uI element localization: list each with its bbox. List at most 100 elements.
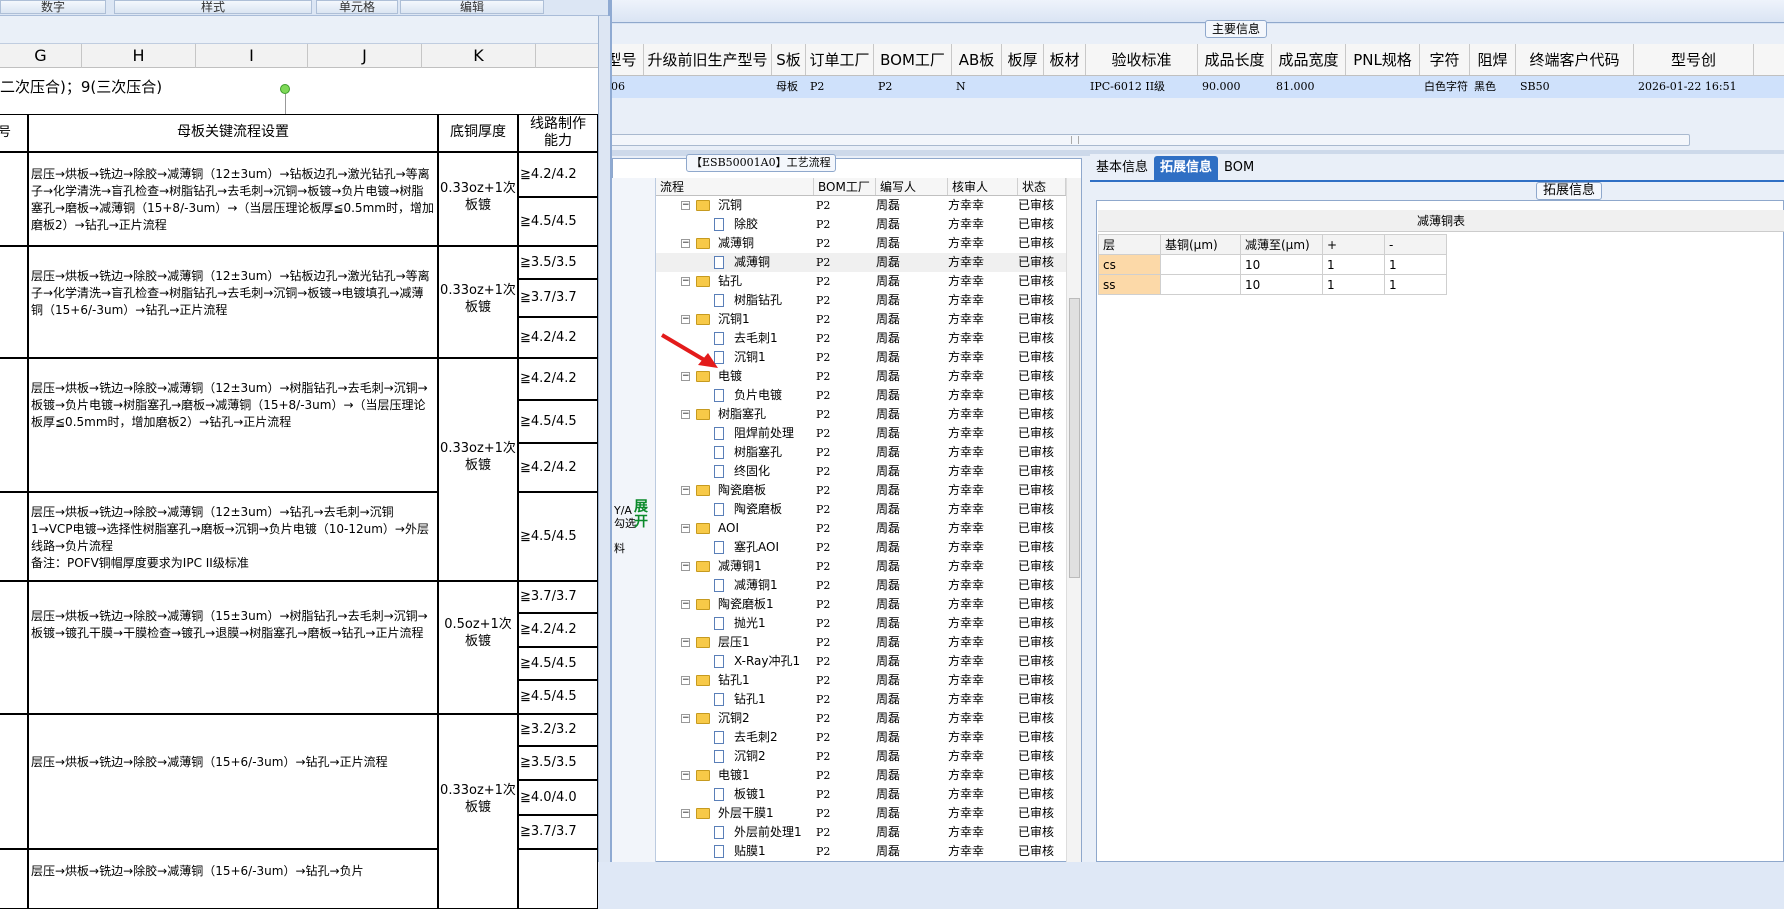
main-col-header[interactable]: AB板	[952, 44, 1002, 75]
thin-cell[interactable]: 10	[1240, 274, 1323, 295]
rotate-handle-icon[interactable]	[280, 84, 290, 94]
main-col-header[interactable]: 板材	[1044, 44, 1086, 75]
tree-row[interactable]: X-Ray冲孔1 P2 周磊 方幸幸 已审核	[656, 652, 1066, 671]
tree-row[interactable]: 抛光1 P2 周磊 方幸幸 已审核	[656, 614, 1066, 633]
main-col-header[interactable]: PNL规格	[1346, 44, 1420, 75]
process-tree-scrollbar[interactable]	[1066, 178, 1081, 862]
row-no-cell[interactable]	[0, 492, 28, 581]
tree-row[interactable]: − 减薄铜 P2 周磊 方幸幸 已审核	[656, 234, 1066, 253]
tree-row[interactable]: − 外层干膜1 P2 周磊 方幸幸 已审核	[656, 804, 1066, 823]
main-cell[interactable]: 2026-01-22 16:51	[1634, 76, 1754, 98]
main-col-header[interactable]: BOM工厂	[874, 44, 952, 75]
collapse-toggle-icon[interactable]: −	[681, 600, 690, 609]
main-cell[interactable]: P2	[806, 76, 874, 98]
flow-cell[interactable]	[28, 581, 438, 714]
tree-col-header[interactable]: 核审人	[948, 178, 1018, 195]
col-header-j[interactable]: J	[308, 44, 422, 68]
tree-row[interactable]: − 钻孔 P2 周磊 方幸幸 已审核	[656, 272, 1066, 291]
collapse-toggle-icon[interactable]: −	[681, 372, 690, 381]
thin-cell[interactable]: 1	[1322, 274, 1385, 295]
thin-cell[interactable]: cs	[1098, 254, 1161, 275]
excel-grid[interactable]: 号 母板关键流程设置 底铜厚度 线路制作 能力 层压→烘板→铣边→除胶→减薄铜（12±3…	[0, 114, 606, 909]
ribbon-group-style[interactable]: 样式	[114, 0, 312, 14]
thin-cell[interactable]: ss	[1098, 274, 1161, 295]
tree-row[interactable]: 除胶 P2 周磊 方幸幸 已审核	[656, 215, 1066, 234]
tree-row[interactable]: 钻孔1 P2 周磊 方幸幸 已审核	[656, 690, 1066, 709]
process-tree[interactable]: − 沉铜 P2 周磊 方幸幸 已审核 除胶 P2 周磊 方幸幸 已审核 − 减薄铜 P2 周磊 方幸幸 已审核减…	[656, 196, 1066, 862]
formula-bar[interactable]	[0, 16, 608, 44]
tree-row[interactable]: 塞孔AOI P2 周磊 方幸幸 已审核	[656, 538, 1066, 557]
ribbon-group-number[interactable]: 数字	[0, 0, 106, 14]
tree-col-header[interactable]: 编写人	[876, 178, 948, 195]
thin-cell[interactable]	[1160, 254, 1241, 275]
main-cell[interactable]	[1346, 76, 1420, 98]
thin-cell[interactable]	[1160, 274, 1241, 295]
tree-col-header[interactable]: 状态	[1018, 178, 1066, 195]
tab-basic[interactable]: 基本信息	[1090, 156, 1154, 180]
select-label[interactable]: Y/A 勾选	[614, 504, 636, 530]
scrollbar-thumb[interactable]	[1069, 298, 1080, 578]
ribbon-group-cells[interactable]: 单元格	[316, 0, 398, 14]
collapse-toggle-icon[interactable]: −	[681, 676, 690, 685]
tree-row[interactable]: 减薄铜1 P2 周磊 方幸幸 已审核	[656, 576, 1066, 595]
tree-col-header[interactable]: BOM工厂	[814, 178, 876, 195]
tree-row[interactable]: − 钻孔1 P2 周磊 方幸幸 已审核	[656, 671, 1066, 690]
main-col-header[interactable]: 验收标准	[1086, 44, 1198, 75]
main-cell[interactable]: 母板	[772, 76, 806, 98]
main-col-header[interactable]: 板厚	[1002, 44, 1044, 75]
flow-cell[interactable]	[28, 714, 438, 849]
collapse-toggle-icon[interactable]: −	[681, 562, 690, 571]
tree-row[interactable]: 板镀1 P2 周磊 方幸幸 已审核	[656, 785, 1066, 804]
main-cell[interactable]: IPC-6012 II级	[1086, 76, 1198, 98]
main-col-header[interactable]: 升级前旧生产型号	[644, 44, 772, 75]
collapse-toggle-icon[interactable]: −	[681, 714, 690, 723]
row-no-cell[interactable]	[0, 581, 28, 714]
tree-row[interactable]: 树脂钻孔 P2 周磊 方幸幸 已审核	[656, 291, 1066, 310]
tree-row[interactable]: − 陶瓷磨板 P2 周磊 方幸幸 已审核	[656, 481, 1066, 500]
tree-row[interactable]: 沉铜2 P2 周磊 方幸幸 已审核	[656, 747, 1066, 766]
main-cell[interactable]: 黑色	[1470, 76, 1516, 98]
tree-row[interactable]: − 陶瓷磨板1 P2 周磊 方幸幸 已审核	[656, 595, 1066, 614]
main-col-header[interactable]: 成品宽度	[1272, 44, 1346, 75]
tree-row[interactable]: − 电镀1 P2 周磊 方幸幸 已审核	[656, 766, 1066, 785]
expand-button[interactable]: 展 开	[634, 500, 648, 530]
tree-row[interactable]: 外层前处理1 P2 周磊 方幸幸 已审核	[656, 823, 1066, 842]
main-cell[interactable]	[644, 76, 772, 98]
thin-cell[interactable]: 10	[1240, 254, 1323, 275]
tab-extended[interactable]: 拓展信息	[1154, 156, 1219, 180]
tree-row[interactable]: − 沉铜1 P2 周磊 方幸幸 已审核	[656, 310, 1066, 329]
row-no-cell[interactable]	[0, 358, 28, 492]
tree-row[interactable]: 阻焊前处理 P2 周磊 方幸幸 已审核	[656, 424, 1066, 443]
collapse-toggle-icon[interactable]: −	[681, 239, 690, 248]
collapse-toggle-icon[interactable]: −	[681, 410, 690, 419]
main-col-header[interactable]: 成品长度	[1198, 44, 1272, 75]
tab-bom[interactable]: BOM	[1218, 156, 1260, 180]
main-col-header[interactable]: S板	[772, 44, 806, 75]
main-col-header[interactable]: 订单工厂	[806, 44, 874, 75]
tree-row[interactable]: − 树脂塞孔 P2 周磊 方幸幸 已审核	[656, 405, 1066, 424]
row-no-cell[interactable]	[0, 246, 28, 358]
main-cell[interactable]	[1002, 76, 1044, 98]
main-cell[interactable]: P2	[874, 76, 952, 98]
tree-row[interactable]: 减薄铜 P2 周磊 方幸幸 已审核	[656, 253, 1066, 272]
tree-row[interactable]: − AOI P2 周磊 方幸幸 已审核	[656, 519, 1066, 538]
tree-row[interactable]: 负片电镀 P2 周磊 方幸幸 已审核	[656, 386, 1066, 405]
col-header-k[interactable]: K	[422, 44, 536, 68]
main-col-header[interactable]: 终端客户代码	[1516, 44, 1634, 75]
main-grid-row[interactable]: 406 母板 P2 P2 N IPC-6012 II级 90.000 81.000 白色字符 黑色…	[600, 76, 1784, 98]
tree-row[interactable]: 终固化 P2 周磊 方幸幸 已审核	[656, 462, 1066, 481]
ribbon-group-edit[interactable]: 编辑	[400, 0, 544, 14]
collapse-toggle-icon[interactable]: −	[681, 486, 690, 495]
collapse-toggle-icon[interactable]: −	[681, 201, 690, 210]
main-cell[interactable]: SB50	[1516, 76, 1634, 98]
tree-row[interactable]: 去毛刺2 P2 周磊 方幸幸 已审核	[656, 728, 1066, 747]
collapse-toggle-icon[interactable]: −	[681, 277, 690, 286]
tree-row[interactable]: 树脂塞孔 P2 周磊 方幸幸 已审核	[656, 443, 1066, 462]
tree-row[interactable]: − 层压1 P2 周磊 方幸幸 已审核	[656, 633, 1066, 652]
main-col-header[interactable]: 字符	[1420, 44, 1470, 75]
row-no-cell[interactable]	[0, 714, 28, 849]
tree-row[interactable]: − 沉铜 P2 周磊 方幸幸 已审核	[656, 196, 1066, 215]
main-col-header[interactable]: 阻焊	[1470, 44, 1516, 75]
thin-cell[interactable]: 1	[1384, 274, 1447, 295]
horizontal-scrollbar[interactable]	[610, 134, 1690, 146]
